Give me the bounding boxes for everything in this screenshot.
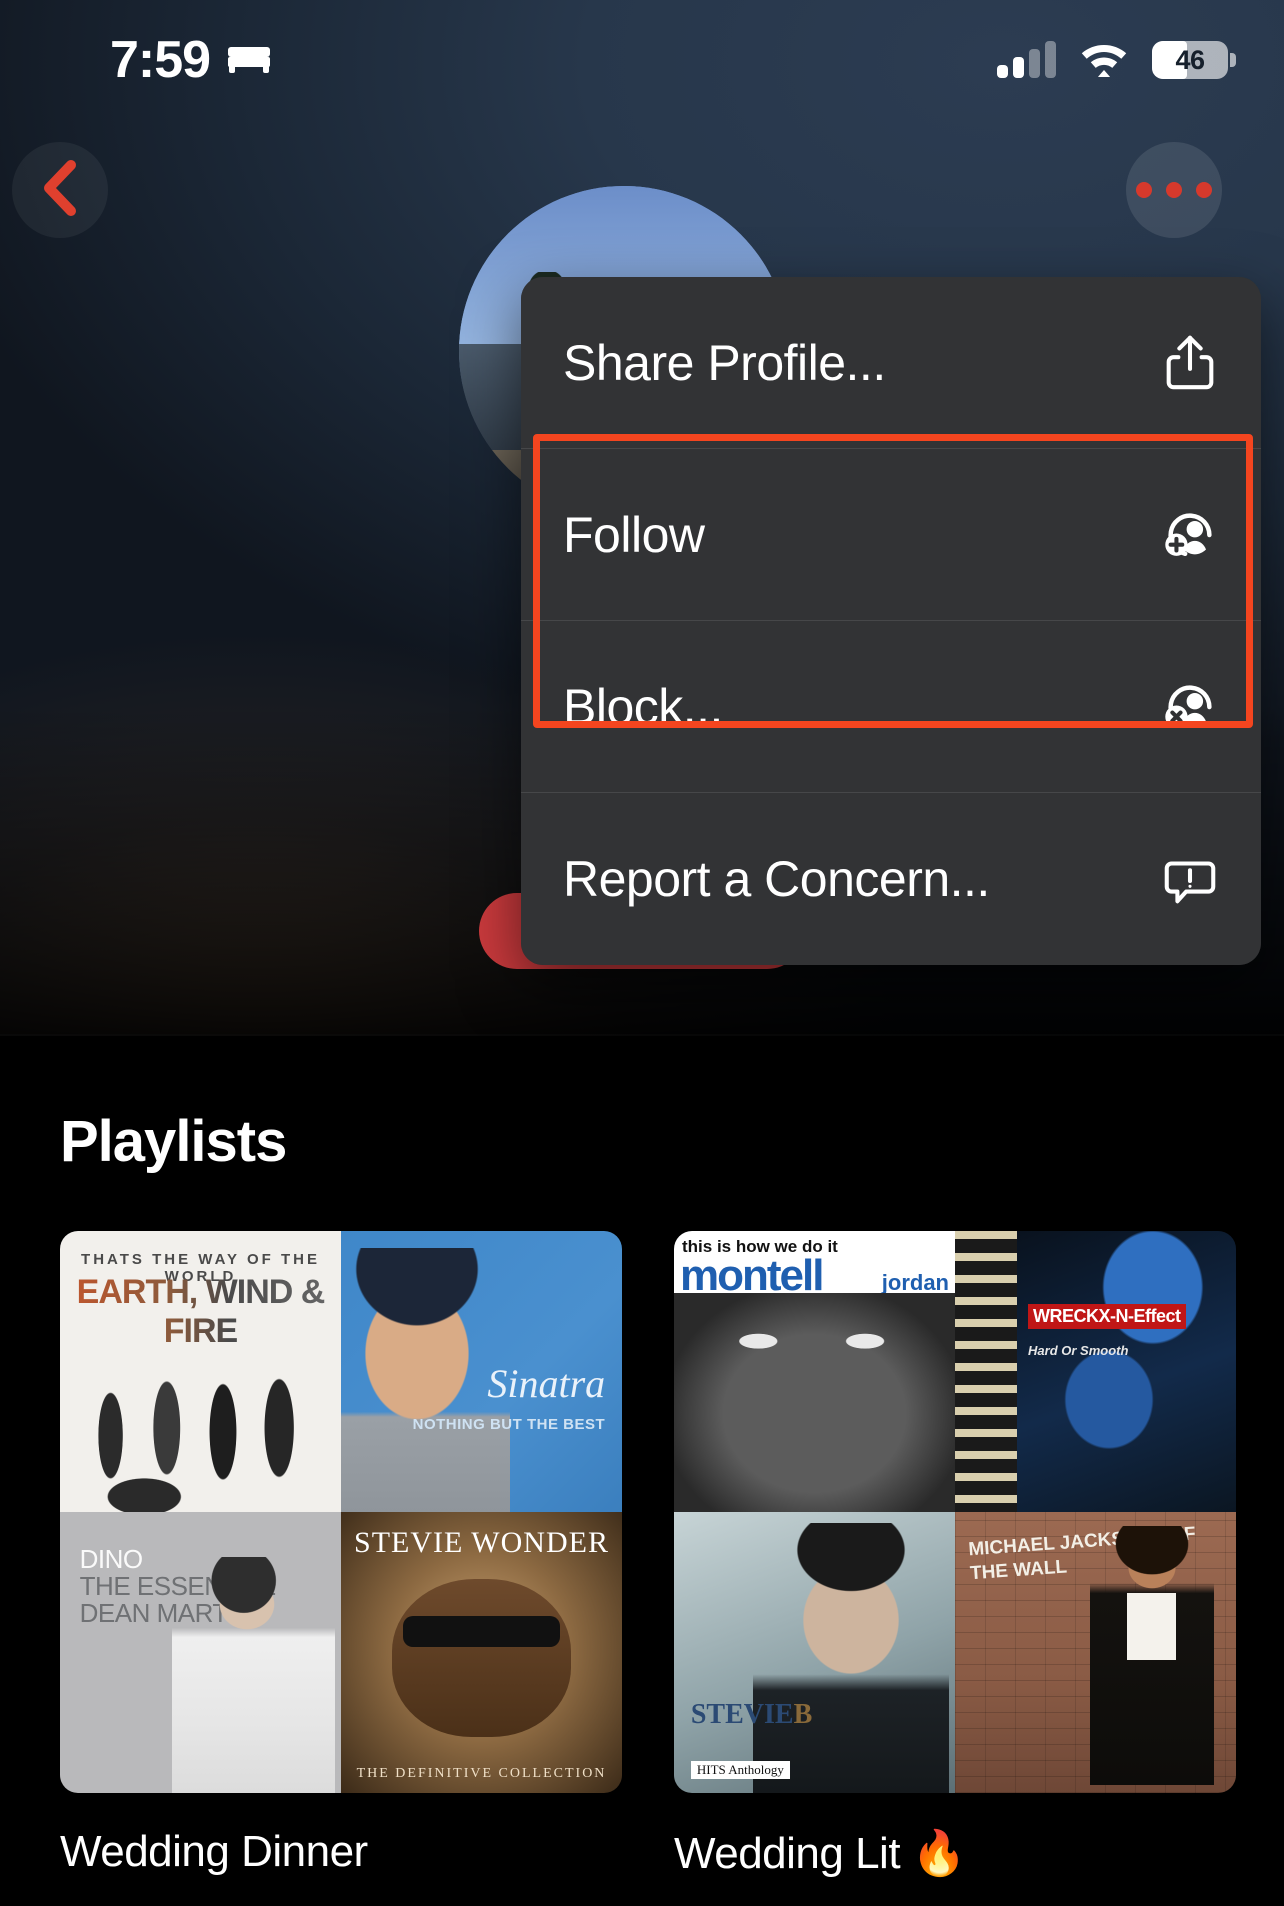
menu-item-label: Report a Concern... [563, 851, 990, 907]
album-art-photo [391, 1579, 572, 1737]
album-art-photo [341, 1247, 510, 1512]
playlist-card[interactable]: THATS THE WAY OF THE WORLD EARTH, WIND &… [60, 1231, 622, 1879]
menu-item-label: Share Profile... [563, 334, 886, 391]
chevron-left-icon [37, 157, 83, 224]
album-art-sinatra: Sinatra NOTHING BUT THE BEST [341, 1231, 622, 1512]
more-horizontal-icon [1136, 182, 1212, 198]
playlists-section: Playlists THATS THE WAY OF THE WORLD EAR… [0, 1036, 1284, 1906]
playlist-title: Wedding Lit 🔥 [674, 1829, 967, 1878]
menu-item-label: Block... [563, 678, 723, 735]
album-art-badge: HITS Anthology [690, 1760, 790, 1779]
bed-icon [226, 41, 272, 80]
album-art-title: STEVIE WONDER [354, 1526, 609, 1560]
album-art-title-accent: B [793, 1699, 813, 1731]
album-art-photo [674, 1292, 955, 1512]
menu-item-follow[interactable]: Follow [521, 449, 1261, 621]
share-icon [1159, 332, 1221, 394]
album-art-dean-martin: DINO THE ESSENTIAL DEAN MARTIN [60, 1512, 341, 1793]
album-art-wreckx-n-effect: WRECKX-N-Effect Hard Or Smooth [955, 1231, 1236, 1512]
playlist-card[interactable]: this is how we do it montell jordan WREC… [674, 1231, 1236, 1879]
album-art-caption: NOTHING BUT THE BEST [412, 1416, 606, 1434]
report-bubble-icon [1159, 848, 1221, 910]
battery-indicator: 46 [1152, 41, 1236, 79]
album-art-photo [1016, 1231, 1236, 1512]
album-art-title: Sinatra [487, 1361, 606, 1407]
album-art-caption: THE DEFINITIVE COLLECTION [356, 1765, 607, 1781]
album-art-photo [752, 1523, 950, 1793]
more-options-button[interactable] [1126, 142, 1222, 238]
back-button[interactable] [12, 142, 108, 238]
album-art-photo [172, 1556, 336, 1793]
album-art-subtitle: Hard Or Smooth [1028, 1343, 1129, 1359]
battery-level-label: 46 [1175, 44, 1205, 75]
album-art-pattern [955, 1231, 1017, 1512]
album-art-stevie-wonder: STEVIE WONDER THE DEFINITIVE COLLECTION [341, 1512, 622, 1793]
cellular-signal-icon [997, 41, 1056, 78]
playlist-title: Wedding Dinner [60, 1827, 368, 1876]
status-bar-clock: 7:59 [110, 31, 211, 89]
menu-item-report-a-concern[interactable]: Report a Concern... [521, 793, 1261, 965]
album-art-photo [60, 1320, 341, 1512]
album-art-title-text: STEVIE [690, 1699, 794, 1731]
status-bar: 7:59 46 [0, 0, 1284, 120]
album-art-stevie-b: STEVIEB HITS Anthology [674, 1512, 955, 1793]
album-art-title: WRECKX-N-Effect [1028, 1304, 1186, 1330]
status-bar-left: 7:59 [110, 34, 272, 86]
context-menu: Share Profile... Follow Block... Report … [521, 277, 1261, 965]
status-bar-right: 46 [997, 39, 1236, 82]
battery-nub [1230, 53, 1236, 67]
section-heading: Playlists [60, 1109, 287, 1174]
album-art-sunglasses [402, 1615, 561, 1647]
person-add-icon [1159, 504, 1221, 566]
album-art-michael-jackson: MICHAEL JACKSON OFF THE WALL [955, 1512, 1236, 1793]
playlist-cover-grid: this is how we do it montell jordan WREC… [674, 1231, 1236, 1793]
menu-item-label: Follow [563, 506, 705, 563]
album-art-photo [1089, 1526, 1214, 1785]
menu-item-share-profile[interactable]: Share Profile... [521, 277, 1261, 449]
album-art-title: STEVIEB [691, 1699, 812, 1731]
album-art-earth-wind-and-fire: THATS THE WAY OF THE WORLD EARTH, WIND &… [60, 1231, 341, 1512]
wifi-icon [1078, 39, 1130, 82]
person-block-icon [1159, 676, 1221, 738]
album-art-header: this is how we do it montell jordan [674, 1231, 955, 1299]
playlist-cover-grid: THATS THE WAY OF THE WORLD EARTH, WIND &… [60, 1231, 622, 1793]
playlist-carousel[interactable]: THATS THE WAY OF THE WORLD EARTH, WIND &… [0, 1231, 1284, 1879]
album-art-montell-jordan: this is how we do it montell jordan [674, 1231, 955, 1512]
menu-item-block[interactable]: Block... [521, 621, 1261, 793]
